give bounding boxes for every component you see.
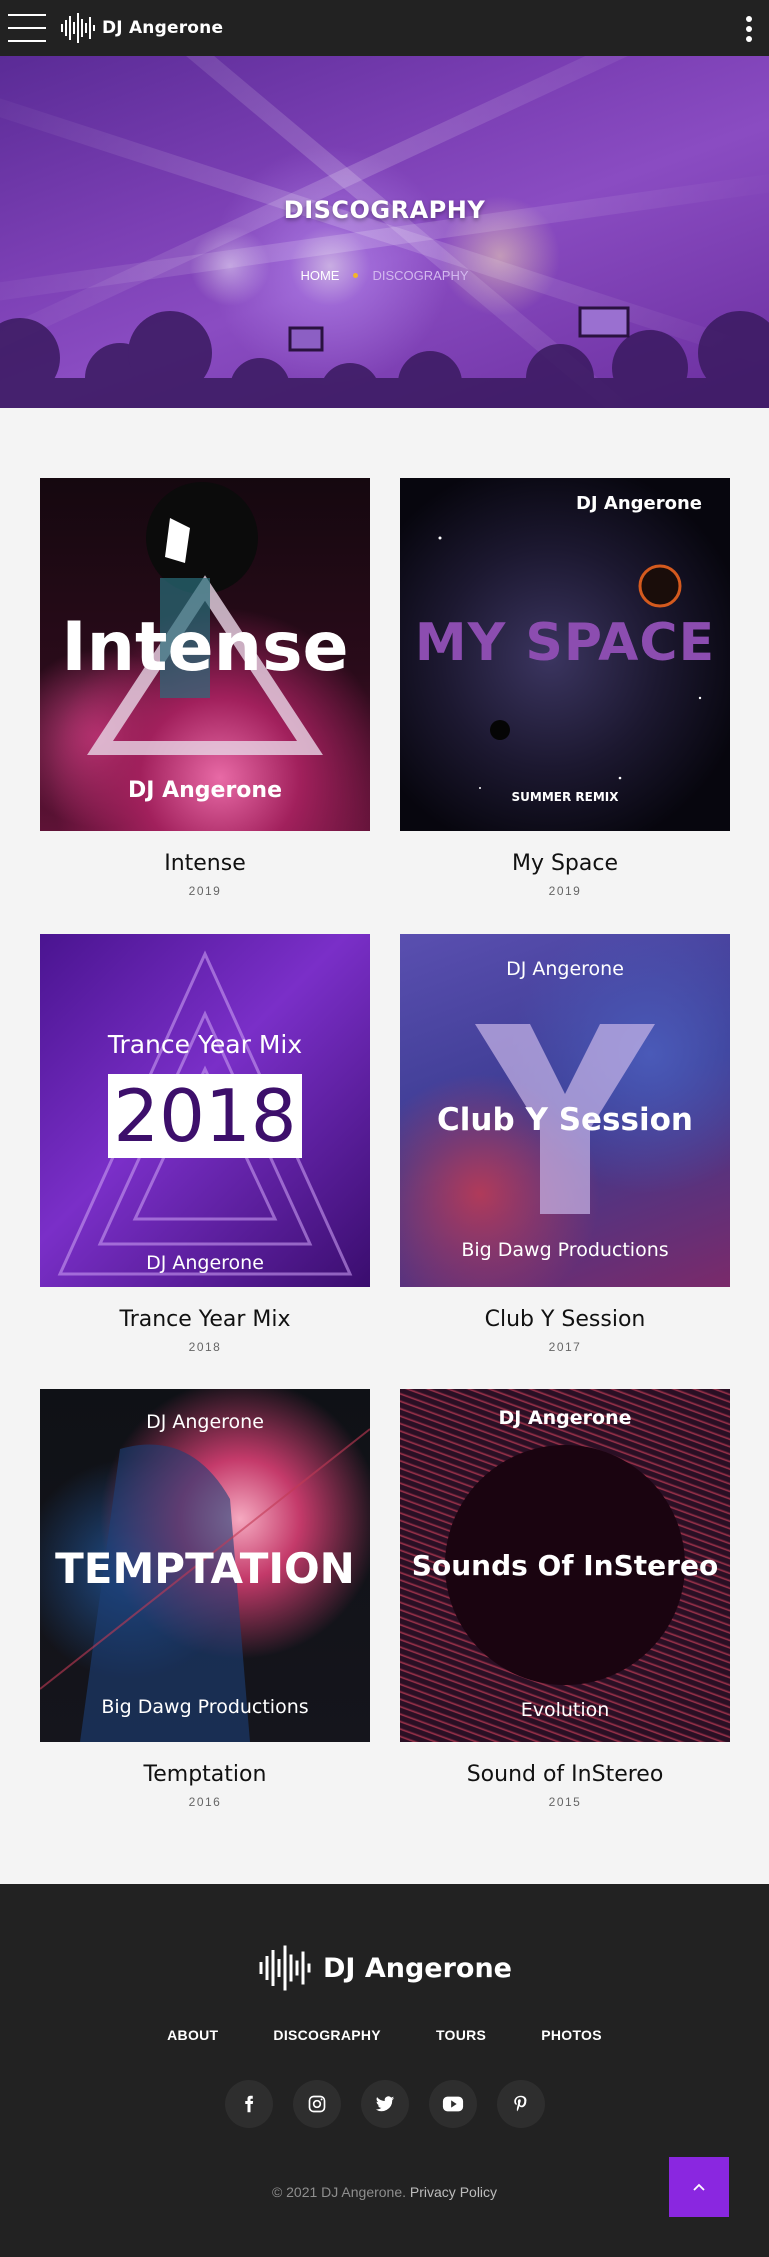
album-year: 2016: [188, 1795, 222, 1809]
album-card: DJ Angerone Club Y Session Big Dawg Prod…: [400, 934, 730, 1354]
album-card: DJ Angerone Sounds Of InStereo Evolution…: [400, 1389, 730, 1809]
copyright-text: © 2021 DJ Angerone.: [271, 2184, 407, 2200]
album-card: DJ Angerone TEMPTATION Big Dawg Producti…: [40, 1389, 370, 1809]
cover-text: Sounds Of InStereo: [411, 1549, 719, 1582]
footer-logo[interactable]: DJ Angerone: [0, 1944, 769, 1992]
brand-logo[interactable]: DJ Angerone: [60, 12, 223, 44]
album-year: 2017: [548, 1340, 582, 1354]
album-year: 2018: [188, 1340, 222, 1354]
album-cover-temptation[interactable]: DJ Angerone TEMPTATION Big Dawg Producti…: [40, 1389, 370, 1742]
album-cover-trance-year-mix[interactable]: Trance Year Mix 2018 DJ Angerone: [40, 934, 370, 1287]
crowd-silhouette: [0, 306, 769, 408]
album-year: 2019: [188, 884, 222, 898]
cover-text: TEMPTATION: [55, 1544, 355, 1593]
twitter-icon[interactable]: [360, 2080, 409, 2128]
menu-icon[interactable]: [8, 14, 46, 42]
footer-link-about[interactable]: ABOUT: [167, 2027, 218, 2043]
cover-text: DJ Angerone: [498, 1407, 632, 1429]
album-title[interactable]: Temptation: [40, 1762, 370, 1787]
brand-name: DJ Angerone: [102, 18, 224, 38]
album-title[interactable]: Sound of InStereo: [400, 1762, 730, 1787]
album-title[interactable]: Trance Year Mix: [40, 1307, 370, 1332]
breadcrumb-current: DISCOGRAPHY: [372, 268, 469, 283]
album-card: Intense DJ Angerone Intense 2019: [40, 478, 370, 898]
more-options-icon[interactable]: [745, 16, 753, 42]
cover-text: Club Y Session: [437, 1102, 693, 1138]
instagram-icon[interactable]: [292, 2080, 341, 2128]
album-cover-sounds-of-instereo[interactable]: DJ Angerone Sounds Of InStereo Evolution: [400, 1389, 730, 1742]
album-cover-intense[interactable]: Intense DJ Angerone: [40, 478, 370, 831]
soundwave-icon: [259, 1945, 311, 1991]
cover-text: Big Dawg Productions: [461, 1239, 669, 1261]
cover-text: Big Dawg Productions: [101, 1696, 309, 1718]
breadcrumb-separator: [353, 273, 359, 278]
album-card: Trance Year Mix 2018 DJ Angerone Trance …: [40, 934, 370, 1354]
youtube-icon[interactable]: [428, 2080, 477, 2128]
album-year: 2015: [548, 1795, 582, 1809]
back-to-top-button[interactable]: [669, 2157, 729, 2217]
site-footer: DJ Angerone ABOUT DISCOGRAPHY TOURS PHOT…: [0, 1884, 769, 2257]
footer-brand-name: DJ Angerone: [322, 1952, 512, 1984]
cover-text: DJ Angerone: [506, 958, 624, 980]
album-title[interactable]: Club Y Session: [400, 1307, 730, 1332]
footer-link-photos[interactable]: PHOTOS: [541, 2027, 602, 2043]
breadcrumb-home-link[interactable]: HOME: [300, 268, 339, 283]
cover-text: Trance Year Mix: [107, 1030, 303, 1059]
cover-text: Evolution: [520, 1699, 610, 1721]
album-cover-my-space[interactable]: DJ Angerone MY SPACE SUMMER REMIX: [400, 478, 730, 831]
cover-text: DJ Angerone: [575, 493, 702, 514]
album-year: 2019: [548, 884, 582, 898]
album-title[interactable]: Intense: [40, 851, 370, 876]
footer-link-tours[interactable]: TOURS: [436, 2027, 486, 2043]
pinterest-icon[interactable]: [496, 2080, 545, 2128]
chevron-up-icon: [693, 2183, 705, 2191]
cover-text: Intense: [61, 608, 349, 687]
cover-text: DJ Angerone: [146, 1252, 264, 1274]
privacy-policy-link[interactable]: Privacy Policy: [410, 2184, 497, 2200]
footer-link-discography[interactable]: DISCOGRAPHY: [273, 2027, 381, 2043]
cover-text: DJ Angerone: [146, 1411, 264, 1433]
page-title: DISCOGRAPHY: [283, 196, 486, 224]
breadcrumb: HOME DISCOGRAPHY: [0, 268, 769, 283]
cover-text: SUMMER REMIX: [511, 790, 619, 804]
social-links: [0, 2080, 769, 2128]
footer-nav: ABOUT DISCOGRAPHY TOURS PHOTOS: [0, 2027, 769, 2043]
album-cover-club-y-session[interactable]: DJ Angerone Club Y Session Big Dawg Prod…: [400, 934, 730, 1287]
copyright: © 2021 DJ Angerone. Privacy Policy: [0, 2184, 769, 2200]
facebook-icon[interactable]: [224, 2080, 273, 2128]
album-title[interactable]: My Space: [400, 851, 730, 876]
cover-text: MY SPACE: [414, 613, 716, 673]
cover-text: DJ Angerone: [127, 778, 282, 803]
cover-year-box: 2018: [108, 1074, 302, 1158]
cover-text: 2018: [113, 1074, 297, 1158]
page-hero-banner: DISCOGRAPHY HOME DISCOGRAPHY: [0, 56, 769, 408]
top-navbar: DJ Angerone: [0, 0, 769, 56]
album-card: DJ Angerone MY SPACE SUMMER REMIX My Spa…: [400, 478, 730, 898]
soundwave-icon: [61, 13, 95, 43]
